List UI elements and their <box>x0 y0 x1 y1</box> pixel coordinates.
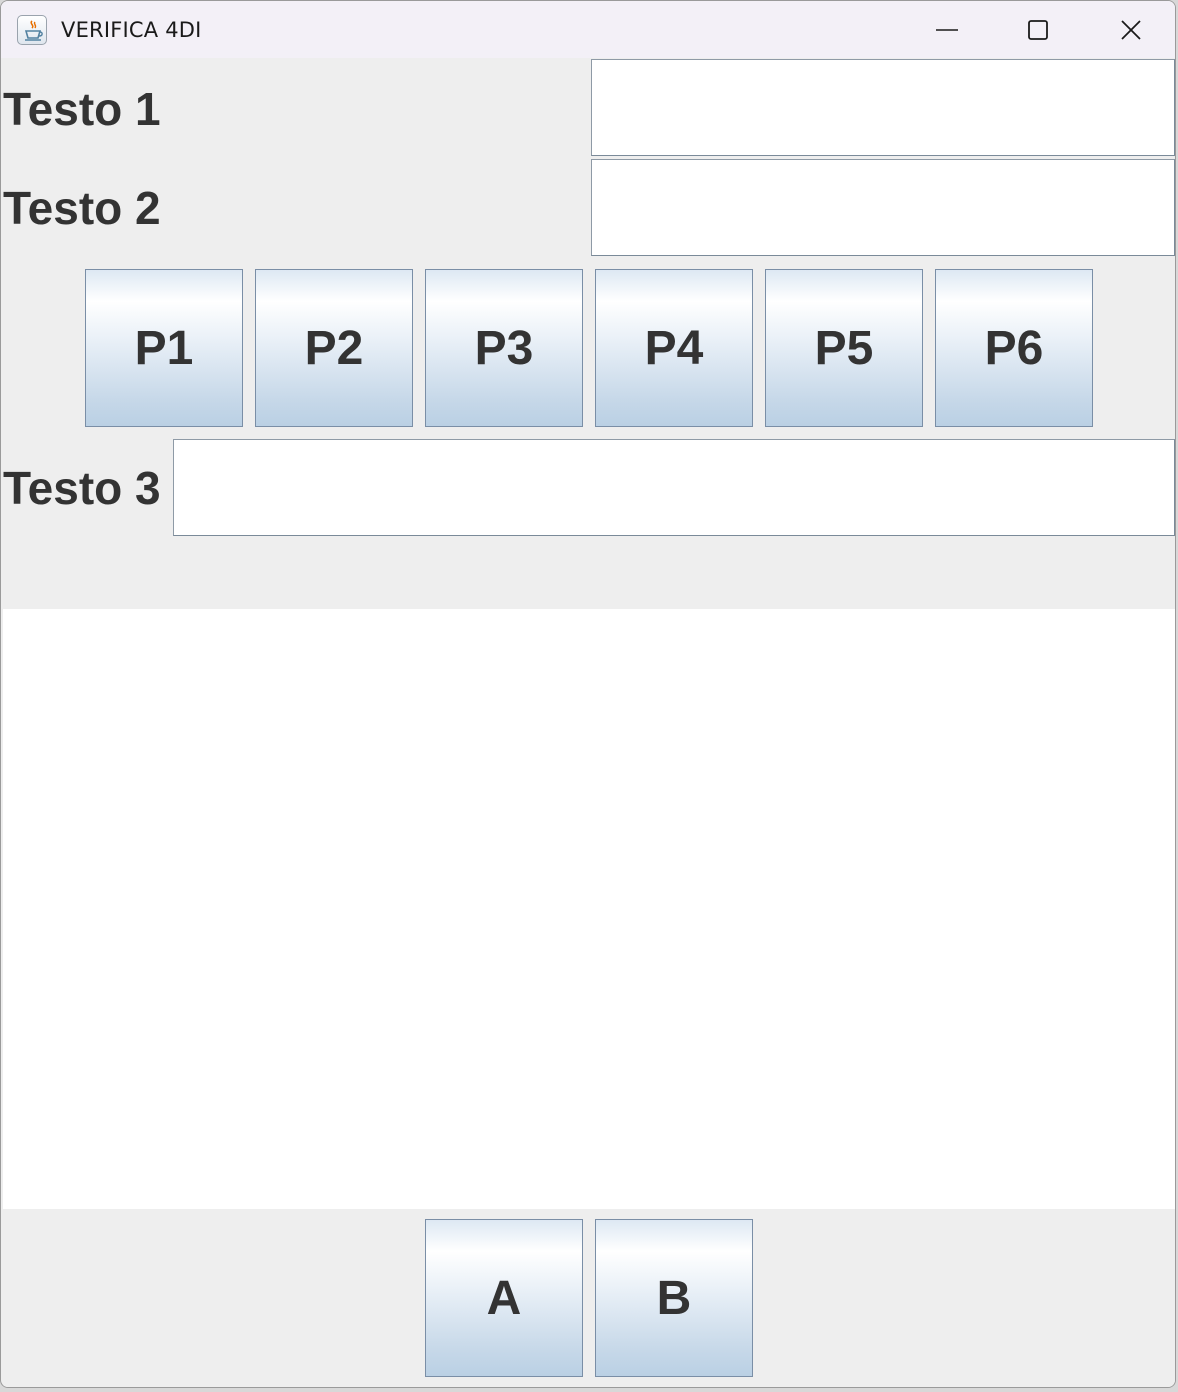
maximize-button[interactable] <box>992 1 1084 58</box>
testo-3-label: Testo 3 <box>3 462 161 514</box>
p1-button[interactable]: P1 <box>85 269 243 427</box>
p2-button[interactable]: P2 <box>255 269 413 427</box>
minimize-button[interactable] <box>901 1 993 58</box>
output-text-area[interactable] <box>3 609 1175 1209</box>
b-button[interactable]: B <box>595 1219 753 1377</box>
maximize-icon <box>1028 19 1048 40</box>
main-panel: Testo 1 Testo 2 P1 P2 P3 P4 P5 P6 Testo … <box>3 58 1175 1387</box>
close-button[interactable] <box>1085 1 1175 58</box>
app-window: VERIFICA 4DI Testo 1 Testo 2 P1 P2 P3 P4… <box>0 0 1176 1388</box>
a-button[interactable]: A <box>425 1219 583 1377</box>
window-title: VERIFICA 4DI <box>61 18 202 42</box>
testo-3-field[interactable] <box>173 439 1175 536</box>
title-bar[interactable]: VERIFICA 4DI <box>1 1 1175 58</box>
bottom-button-panel: A B <box>3 1209 1175 1387</box>
close-icon <box>1121 19 1141 40</box>
testo-2-label: Testo 2 <box>3 182 161 234</box>
p6-button[interactable]: P6 <box>935 269 1093 427</box>
testo-2-field[interactable] <box>591 159 1175 256</box>
p4-button[interactable]: P4 <box>595 269 753 427</box>
testo-1-field[interactable] <box>591 59 1175 156</box>
p5-button[interactable]: P5 <box>765 269 923 427</box>
testo-1-label: Testo 1 <box>3 83 161 135</box>
minimize-icon <box>936 28 958 31</box>
java-cup-icon <box>17 15 47 45</box>
p3-button[interactable]: P3 <box>425 269 583 427</box>
